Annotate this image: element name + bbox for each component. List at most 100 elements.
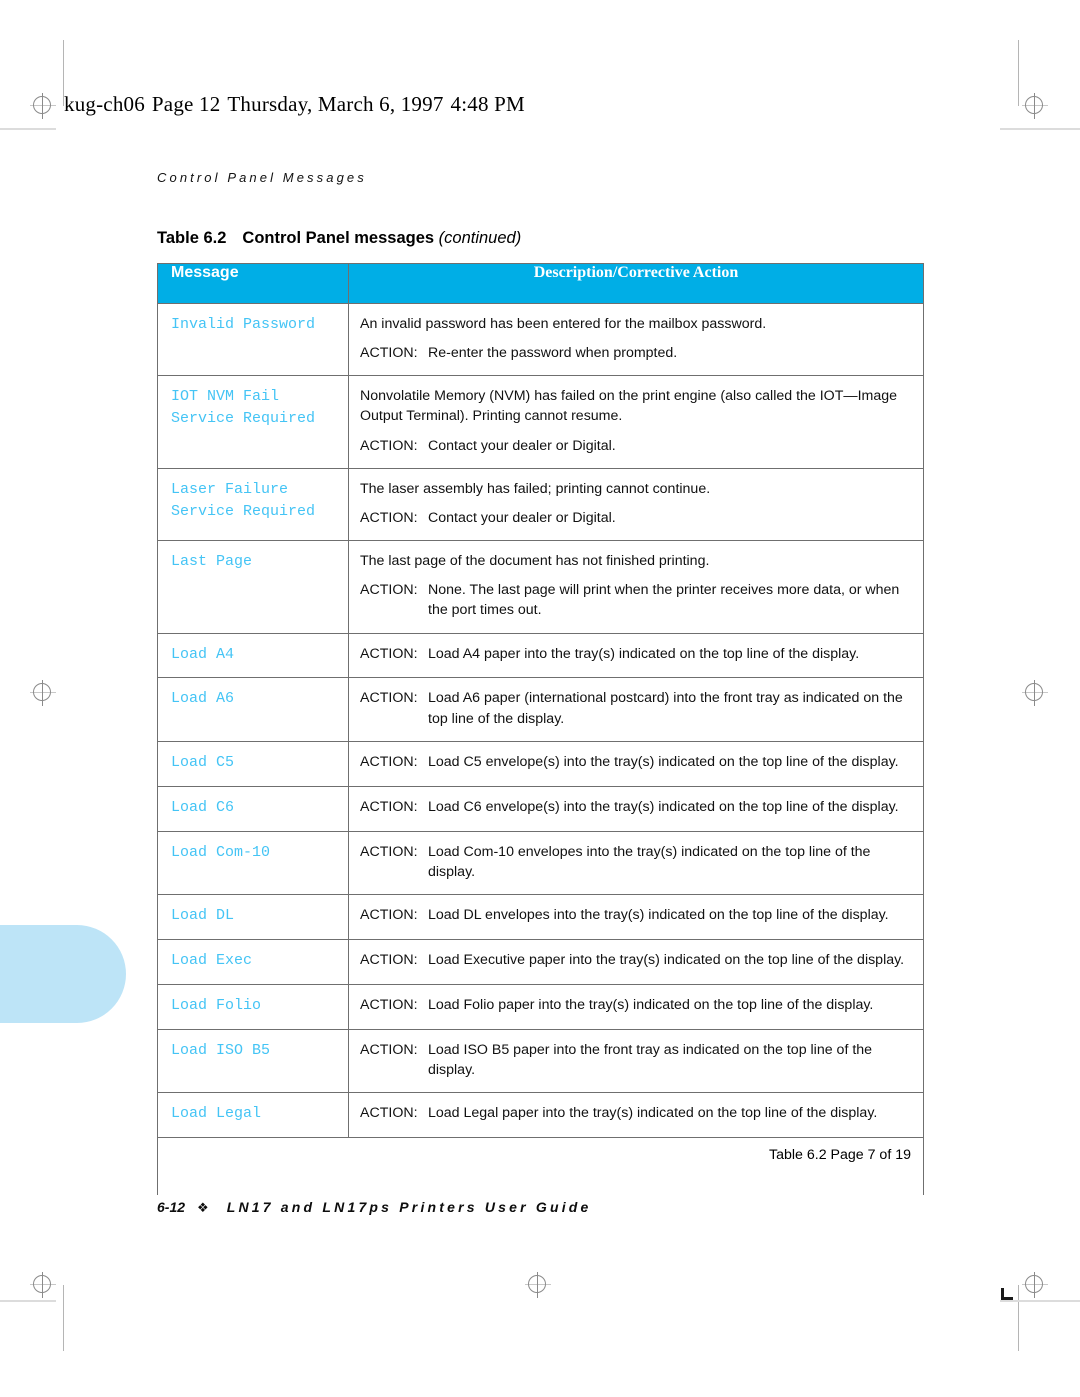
message-line: Service Required — [171, 410, 316, 428]
table-header-row: Message Description/Corrective Action — [157, 263, 924, 304]
description-cell: The laser assembly has failed; printing … — [348, 467, 924, 542]
description-cell: ACTION: Load DL envelopes into the tray(s… — [348, 893, 924, 940]
message-line: Load C5 — [171, 753, 235, 771]
chapter-thumb-tab — [0, 925, 126, 1023]
description-cell: ACTION: Load Com-10 envelopes into the tr… — [348, 830, 924, 895]
action-text: Load ISO B5 paper into the front tray as… — [428, 1041, 873, 1078]
message-line: IOT NVM Fail — [171, 388, 280, 406]
table-body: Invalid Password An invalid password has … — [157, 302, 924, 1138]
control-panel-messages-table: Message Description/Corrective Action In… — [157, 263, 924, 1195]
action-text: Load A4 paper into the tray(s) indicated… — [428, 645, 860, 662]
trim-line-left-bottom — [63, 1285, 64, 1351]
description-text: The last page of the document has not fi… — [360, 553, 710, 570]
description-cell: ACTION: Load ISO B5 paper into the front … — [348, 1028, 924, 1093]
table-footer-row: Table 6.2 Page 7 of 19 — [157, 1136, 924, 1195]
table-footer-note: Table 6.2 Page 7 of 19 — [157, 1136, 924, 1195]
column-header-description: Description/Corrective Action — [348, 263, 924, 304]
message-cell: Load A4 — [157, 632, 349, 679]
action-block: ACTION: Load C6 envelope(s) into the tray… — [360, 797, 911, 817]
table-row: Load C5 ACTION: Load C5 envelope(s) into t… — [157, 740, 924, 787]
action-block: ACTION: Load Com-10 envelopes into the tr… — [360, 842, 911, 882]
action-block: ACTION: Load ISO B5 paper into the front … — [360, 1040, 911, 1080]
action-text: Load C6 envelope(s) into the tray(s) ind… — [428, 798, 899, 815]
registration-mark-bottom-left — [30, 1272, 56, 1298]
message-line: Load Exec — [171, 951, 253, 969]
action-label: ACTION: — [360, 753, 418, 770]
action-text: Contact your dealer or Digital. — [428, 509, 616, 526]
table-row: IOT NVM Fail Service Required Nonvolatile … — [157, 375, 924, 469]
registration-mark-top-right — [1022, 93, 1048, 119]
trim-line-bottom-left-horizontal — [0, 1300, 56, 1302]
action-block: ACTION: Re-enter the password when prompt… — [360, 343, 911, 363]
action-block: ACTION: Contact your dealer or Digital. — [360, 436, 911, 456]
action-label: ACTION: — [360, 645, 418, 662]
action-text: Re-enter the password when prompted. — [428, 345, 678, 362]
file-header-time: 4:48 PM — [450, 92, 525, 116]
action-text: None. The last page will print when the … — [428, 582, 900, 619]
page-folio-number: 6-12 — [157, 1199, 186, 1215]
trim-line-top-left-horizontal — [0, 128, 56, 130]
message-cell: Last Page — [157, 540, 349, 634]
message-line: Load Folio — [171, 996, 262, 1014]
message-line: Load C6 — [171, 798, 235, 816]
action-text: Load DL envelopes into the tray(s) indic… — [428, 906, 889, 923]
table-caption-continued: (continued) — [438, 229, 522, 247]
action-label: ACTION: — [360, 1041, 418, 1058]
message-cell: Load C6 — [157, 785, 349, 832]
action-text: Contact your dealer or Digital. — [428, 437, 616, 454]
action-block: ACTION: None. The last page will print wh… — [360, 580, 911, 620]
file-header-date: Thursday, March 6, 1997 — [227, 92, 444, 116]
registration-mark-top-left — [30, 93, 56, 119]
action-label: ACTION: — [360, 951, 418, 968]
action-text: Load Folio paper into the tray(s) indica… — [428, 996, 874, 1013]
diamond-icon: ❖ — [197, 1200, 209, 1215]
message-line: Service Required — [171, 502, 316, 520]
action-text: Load Executive paper into the tray(s) in… — [428, 951, 905, 968]
message-cell: Invalid Password — [157, 302, 349, 377]
message-line: Load Com-10 — [171, 843, 271, 861]
description-cell: ACTION: Load Legal paper into the tray(s)… — [348, 1091, 924, 1138]
action-label: ACTION: — [360, 582, 418, 599]
action-text: Load A6 paper (international postcard) i… — [428, 690, 903, 727]
message-cell: Load A6 — [157, 677, 349, 742]
action-label: ACTION: — [360, 843, 418, 860]
table-row: Load Folio ACTION: Load Folio paper into t… — [157, 983, 924, 1030]
column-header-message: Message — [157, 263, 349, 304]
trim-line-top-right-horizontal — [1000, 128, 1080, 130]
running-head: Control Panel Messages — [157, 170, 367, 185]
action-label: ACTION: — [360, 798, 418, 815]
description-cell: ACTION: Load A4 paper into the tray(s) in… — [348, 632, 924, 679]
action-label: ACTION: — [360, 509, 418, 526]
action-text: Load Legal paper into the tray(s) indica… — [428, 1104, 878, 1121]
description-text: Nonvolatile Memory (NVM) has failed on t… — [360, 388, 898, 425]
action-label: ACTION: — [360, 996, 418, 1013]
action-label: ACTION: — [360, 690, 418, 707]
message-line: Invalid Password — [171, 316, 316, 333]
table-row: Load C6 ACTION: Load C6 envelope(s) into t… — [157, 785, 924, 832]
action-block: ACTION: Load C5 envelope(s) into the tray… — [360, 752, 911, 772]
message-cell: Load DL — [157, 893, 349, 940]
description-text: An invalid password has been entered for… — [360, 316, 767, 332]
message-cell: Laser Failure Service Required — [157, 467, 349, 542]
message-line: Load A4 — [171, 645, 235, 663]
description-cell: ACTION: Load Folio paper into the tray(s)… — [348, 983, 924, 1030]
registration-mark-bottom-center — [525, 1272, 551, 1298]
trim-line-bottom-right-horizontal — [1000, 1300, 1080, 1302]
trim-line-right — [1018, 40, 1019, 106]
description-cell: ACTION: Load Executive paper into the tra… — [348, 938, 924, 985]
action-block: ACTION: Load Executive paper into the tra… — [360, 950, 911, 970]
message-cell: Load ISO B5 — [157, 1028, 349, 1093]
table-row: Load Com-10 ACTION: Load Com-10 envelopes … — [157, 830, 924, 895]
message-line: Laser Failure — [171, 480, 289, 498]
trim-line-right-bottom — [1018, 1285, 1019, 1351]
table-caption-number: Table 6.2 — [157, 229, 227, 247]
action-block: ACTION: Load Folio paper into the tray(s)… — [360, 995, 911, 1015]
message-cell: IOT NVM Fail Service Required — [157, 375, 349, 469]
action-block: ACTION: Load A4 paper into the tray(s) in… — [360, 644, 911, 664]
file-header-line: kug-ch06 Page 12 Thursday, March 6, 1997 4:… — [64, 92, 525, 117]
corner-crop-mark — [1001, 1288, 1013, 1300]
registration-mark-right-middle — [1022, 680, 1048, 706]
description-cell: An invalid password has been entered for… — [348, 302, 924, 377]
file-header-page: Page 12 — [151, 92, 221, 116]
message-line: Load ISO B5 — [171, 1041, 271, 1059]
